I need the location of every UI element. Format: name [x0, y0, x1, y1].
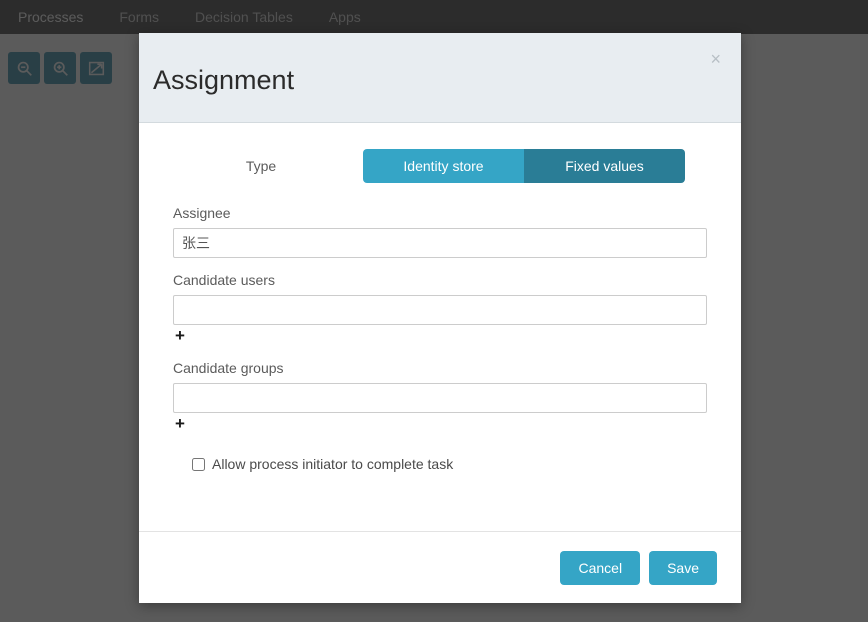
- allow-initiator-label[interactable]: Allow process initiator to complete task: [212, 456, 453, 472]
- candidate-users-label: Candidate users: [173, 272, 275, 288]
- candidate-groups-field-block: Candidate groups +: [173, 360, 707, 434]
- add-candidate-group-icon[interactable]: +: [173, 413, 185, 432]
- assignee-field-block: Assignee: [173, 205, 707, 258]
- assignee-label: Assignee: [173, 205, 231, 221]
- save-button[interactable]: Save: [649, 550, 717, 585]
- cancel-button[interactable]: Cancel: [560, 550, 641, 585]
- page-title: Assignment: [153, 65, 295, 95]
- type-row: Type Identity store Fixed values: [173, 149, 707, 183]
- type-label: Type: [245, 158, 277, 174]
- candidate-groups-input[interactable]: [173, 383, 707, 413]
- allow-initiator-checkbox[interactable]: [192, 457, 205, 471]
- type-button-group: Identity store Fixed values: [363, 149, 685, 183]
- modal-footer: Cancel Save: [139, 531, 741, 603]
- assignee-input[interactable]: [173, 228, 707, 258]
- assignment-modal: Assignment × Type Identity store Fixed v…: [139, 33, 741, 603]
- close-icon[interactable]: ×: [706, 46, 725, 72]
- candidate-users-input[interactable]: [173, 295, 707, 325]
- modal-body: Type Identity store Fixed values Assigne…: [139, 123, 741, 531]
- add-candidate-user-icon[interactable]: +: [173, 325, 185, 344]
- type-option-identity-store[interactable]: Identity store: [363, 149, 524, 183]
- candidate-groups-label: Candidate groups: [173, 360, 284, 376]
- candidate-users-field-block: Candidate users +: [173, 272, 707, 346]
- modal-header: Assignment ×: [139, 33, 741, 123]
- type-option-fixed-values[interactable]: Fixed values: [524, 149, 685, 183]
- allow-initiator-row: Allow process initiator to complete task: [173, 456, 707, 472]
